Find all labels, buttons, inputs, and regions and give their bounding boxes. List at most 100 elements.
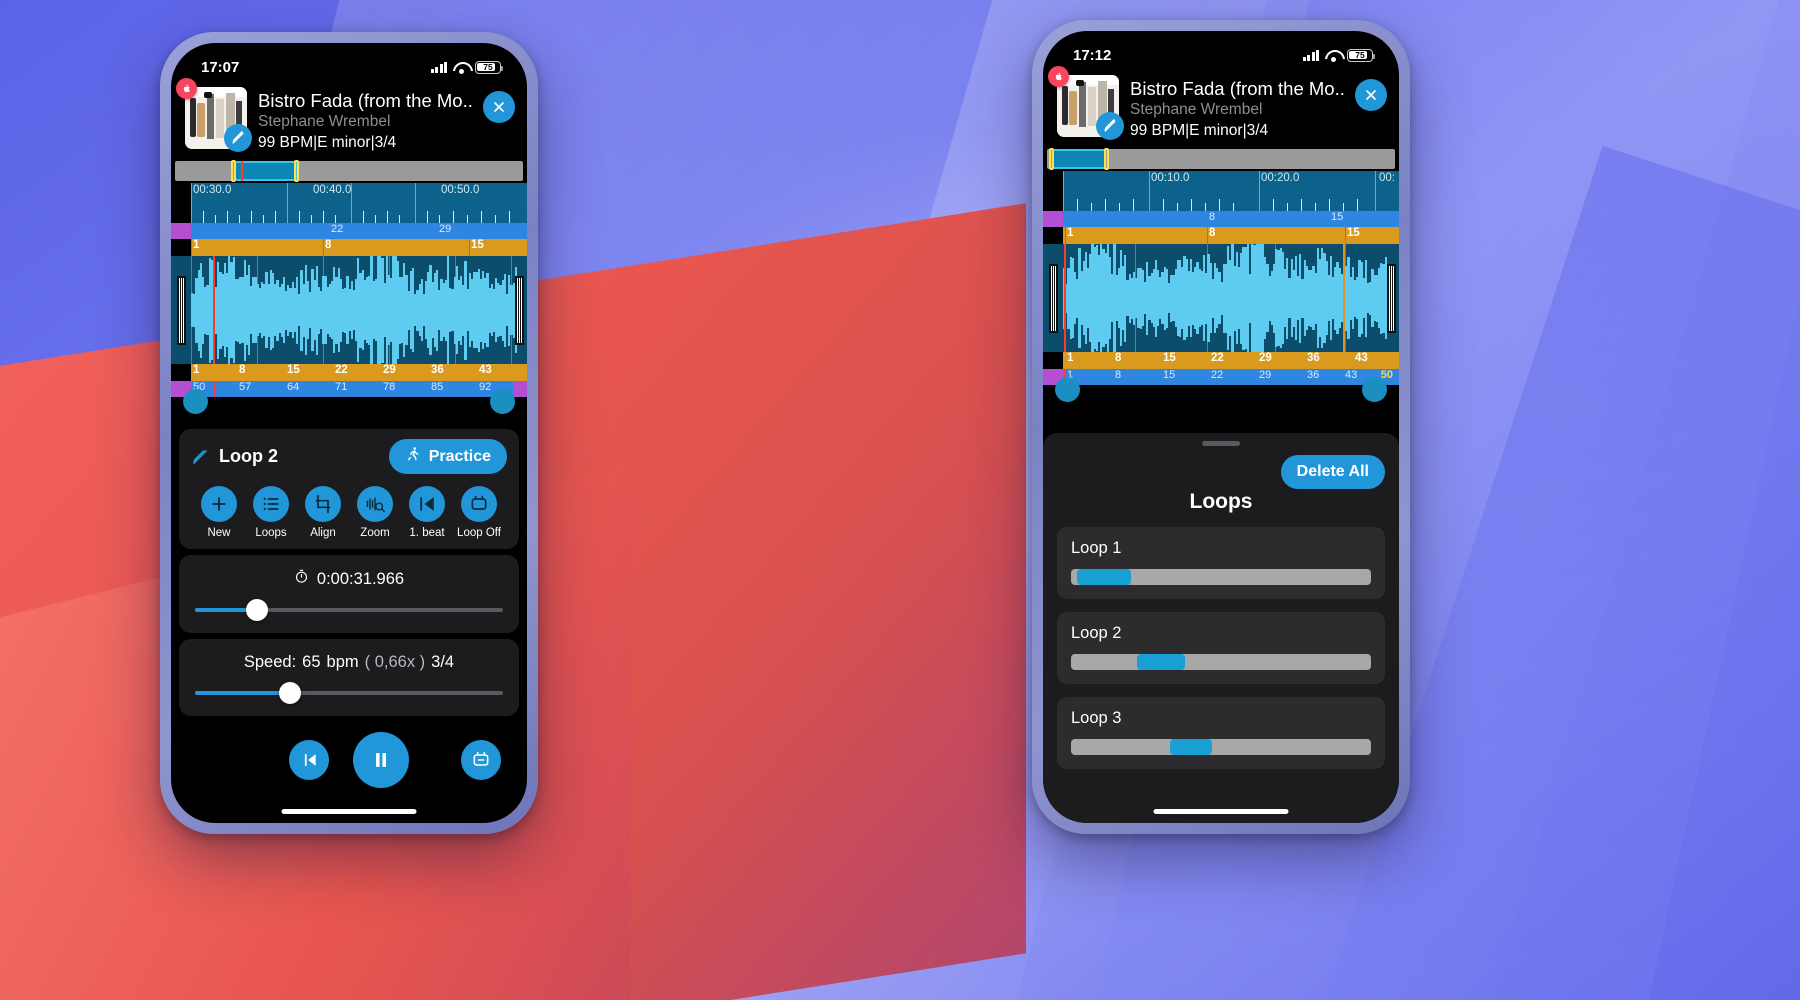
tool-first-beat[interactable]: 1. beat — [401, 486, 453, 539]
bar-numbers-blue-right: 1 8 15 22 29 36 43 50 — [1043, 369, 1399, 386]
bar-number-alt: 85 — [431, 381, 444, 394]
waveform-right[interactable] — [1043, 244, 1399, 353]
tool-loops[interactable]: Loops — [245, 486, 297, 539]
tool-align[interactable]: Align — [297, 486, 349, 539]
delete-all-button[interactable]: Delete All — [1280, 455, 1385, 489]
song-meta: Bistro Fada (from the Mo... Stephane Wre… — [258, 87, 472, 153]
skip-back-icon[interactable] — [289, 740, 329, 781]
loop-range-bar[interactable] — [1071, 739, 1371, 755]
position-slider-knob[interactable] — [245, 599, 268, 622]
speed-slider-knob[interactable] — [279, 682, 302, 705]
tool-loop-off[interactable]: Loop Off — [453, 486, 505, 539]
waveform-left-edge-icon — [1049, 263, 1058, 333]
loop-bar-number: 1 — [193, 239, 200, 252]
artwork-wrapper[interactable] — [1048, 66, 1124, 140]
beat-strip-left: 22 29 — [171, 223, 527, 240]
time-label: 00:30.0 — [193, 184, 232, 197]
bar-number: 1 — [1067, 352, 1074, 365]
battery-icon: 75 — [475, 60, 504, 74]
wifi-icon — [453, 61, 469, 74]
time-label: 00:10.0 — [1151, 172, 1190, 185]
bar-number: 36 — [1307, 352, 1320, 365]
loops-sheet: Delete All Loops Loop 1 Loop 2 Loop 3 — [1043, 433, 1399, 823]
battery-percent: 75 — [483, 62, 493, 72]
loop-start-handle[interactable] — [183, 389, 208, 415]
first-beat-icon — [409, 486, 445, 523]
home-indicator — [281, 809, 417, 814]
song-info: 99 BPM|E minor|3/4 — [258, 134, 397, 152]
loop-end-handle[interactable] — [1362, 377, 1387, 403]
overview-scroll-strip-left[interactable] — [175, 160, 523, 183]
bar-number-alt: 64 — [287, 381, 300, 394]
song-artist: Stephane Wrembel — [1130, 101, 1263, 119]
practice-button[interactable]: Practice — [388, 439, 507, 475]
playhead-right[interactable] — [1064, 244, 1066, 353]
loop-card-name: Loop 2 — [1071, 624, 1122, 642]
time-label: 00:50.0 — [441, 184, 480, 197]
waveform-bars — [191, 256, 520, 365]
close-icon[interactable] — [483, 91, 515, 123]
edit-pencil-icon[interactable] — [224, 124, 252, 152]
song-header-right: Bistro Fada (from the Mo... Stephane Wre… — [1043, 66, 1399, 149]
song-title: Bistro Fada (from the Mo... — [258, 90, 472, 111]
bar-number: 43 — [479, 364, 492, 377]
tool-label: Loops — [255, 527, 287, 540]
waveform-right-edge-icon — [515, 275, 524, 345]
runner-icon — [405, 446, 421, 467]
loop-start-handle[interactable] — [1055, 377, 1080, 403]
bar-number-alt: 36 — [1307, 369, 1320, 382]
time-ruler-left: 00:30.0 00:40.0 00:50.0 — [171, 183, 527, 224]
bar-number-alt: 71 — [335, 381, 348, 394]
sheet-grabber[interactable] — [1202, 441, 1240, 446]
speed-slider[interactable] — [195, 682, 503, 705]
position-slider[interactable] — [195, 599, 503, 622]
loop-off-icon — [461, 486, 497, 523]
phone-right-screen: 17:12 75 Bistro Fada (from the Mo... Ste… — [1043, 31, 1399, 823]
home-indicator — [1153, 809, 1289, 814]
cellular-signal-icon — [1302, 49, 1319, 61]
waveform-block-left[interactable]: 00:30.0 00:40.0 00:50.0 22 29 1 8 15 1 8… — [171, 183, 527, 424]
speed-bpm-value: 65 — [302, 653, 321, 672]
loop-card-name: Loop 3 — [1071, 709, 1122, 727]
loop-range-bar[interactable] — [1071, 569, 1371, 585]
transport-bar — [171, 732, 527, 789]
time-label: 00:40.0 — [313, 184, 352, 197]
speed-bpm-unit: bpm — [326, 653, 359, 672]
bar-number-alt: 29 — [1259, 369, 1272, 382]
phone-left: 17:07 75 Bistro Fada (from the Mo... Ste… — [160, 32, 538, 834]
pause-icon[interactable] — [353, 732, 409, 789]
waveform-left[interactable] — [171, 256, 527, 365]
artwork-wrapper[interactable] — [176, 78, 252, 152]
loop-region-icon[interactable] — [461, 740, 501, 781]
overview-scroll-strip-right[interactable] — [1047, 148, 1395, 171]
bar-numbers-orange-right: 1 8 15 22 29 36 43 — [1043, 352, 1399, 370]
plus-icon — [201, 486, 237, 523]
edit-pencil-icon[interactable] — [1096, 112, 1124, 140]
waveform-block-right[interactable]: 00:10.0 00:20.0 00: 8 15 1 8 15 1 8 15 2… — [1043, 171, 1399, 412]
close-icon[interactable] — [1355, 79, 1387, 111]
bar-number: 15 — [1163, 352, 1176, 365]
loop-end-handle[interactable] — [490, 389, 515, 415]
bar-number-alt: 8 — [1115, 369, 1122, 382]
loop-name-row[interactable]: Loop 2 — [191, 446, 278, 467]
loop-strip-left: 1 8 15 — [171, 239, 527, 257]
list-item[interactable]: Loop 2 — [1057, 612, 1385, 684]
phone-left-screen: 17:07 75 Bistro Fada (from the Mo... Ste… — [171, 43, 527, 823]
bar-number: 29 — [1259, 352, 1272, 365]
bar-number: 8 — [239, 364, 246, 377]
bar-number-alt: 22 — [1211, 369, 1224, 382]
list-item[interactable]: Loop 3 — [1057, 697, 1385, 769]
list-item[interactable]: Loop 1 — [1057, 527, 1385, 599]
time-label: 00:20.0 — [1261, 172, 1300, 185]
bar-number: 22 — [335, 364, 348, 377]
wifi-icon — [1325, 49, 1341, 62]
loop-range-bar[interactable] — [1071, 654, 1371, 670]
speed-time-signature: 3/4 — [431, 653, 455, 672]
beat-strip-right: 8 15 — [1043, 211, 1399, 228]
pencil-icon[interactable] — [191, 448, 209, 466]
tool-new[interactable]: New — [193, 486, 245, 539]
bar-numbers-orange-left: 1 8 15 22 29 36 43 — [171, 364, 527, 382]
tool-zoom[interactable]: Zoom — [349, 486, 401, 539]
playhead-left[interactable] — [213, 256, 215, 365]
loop-bar-number: 1 — [1067, 227, 1074, 240]
